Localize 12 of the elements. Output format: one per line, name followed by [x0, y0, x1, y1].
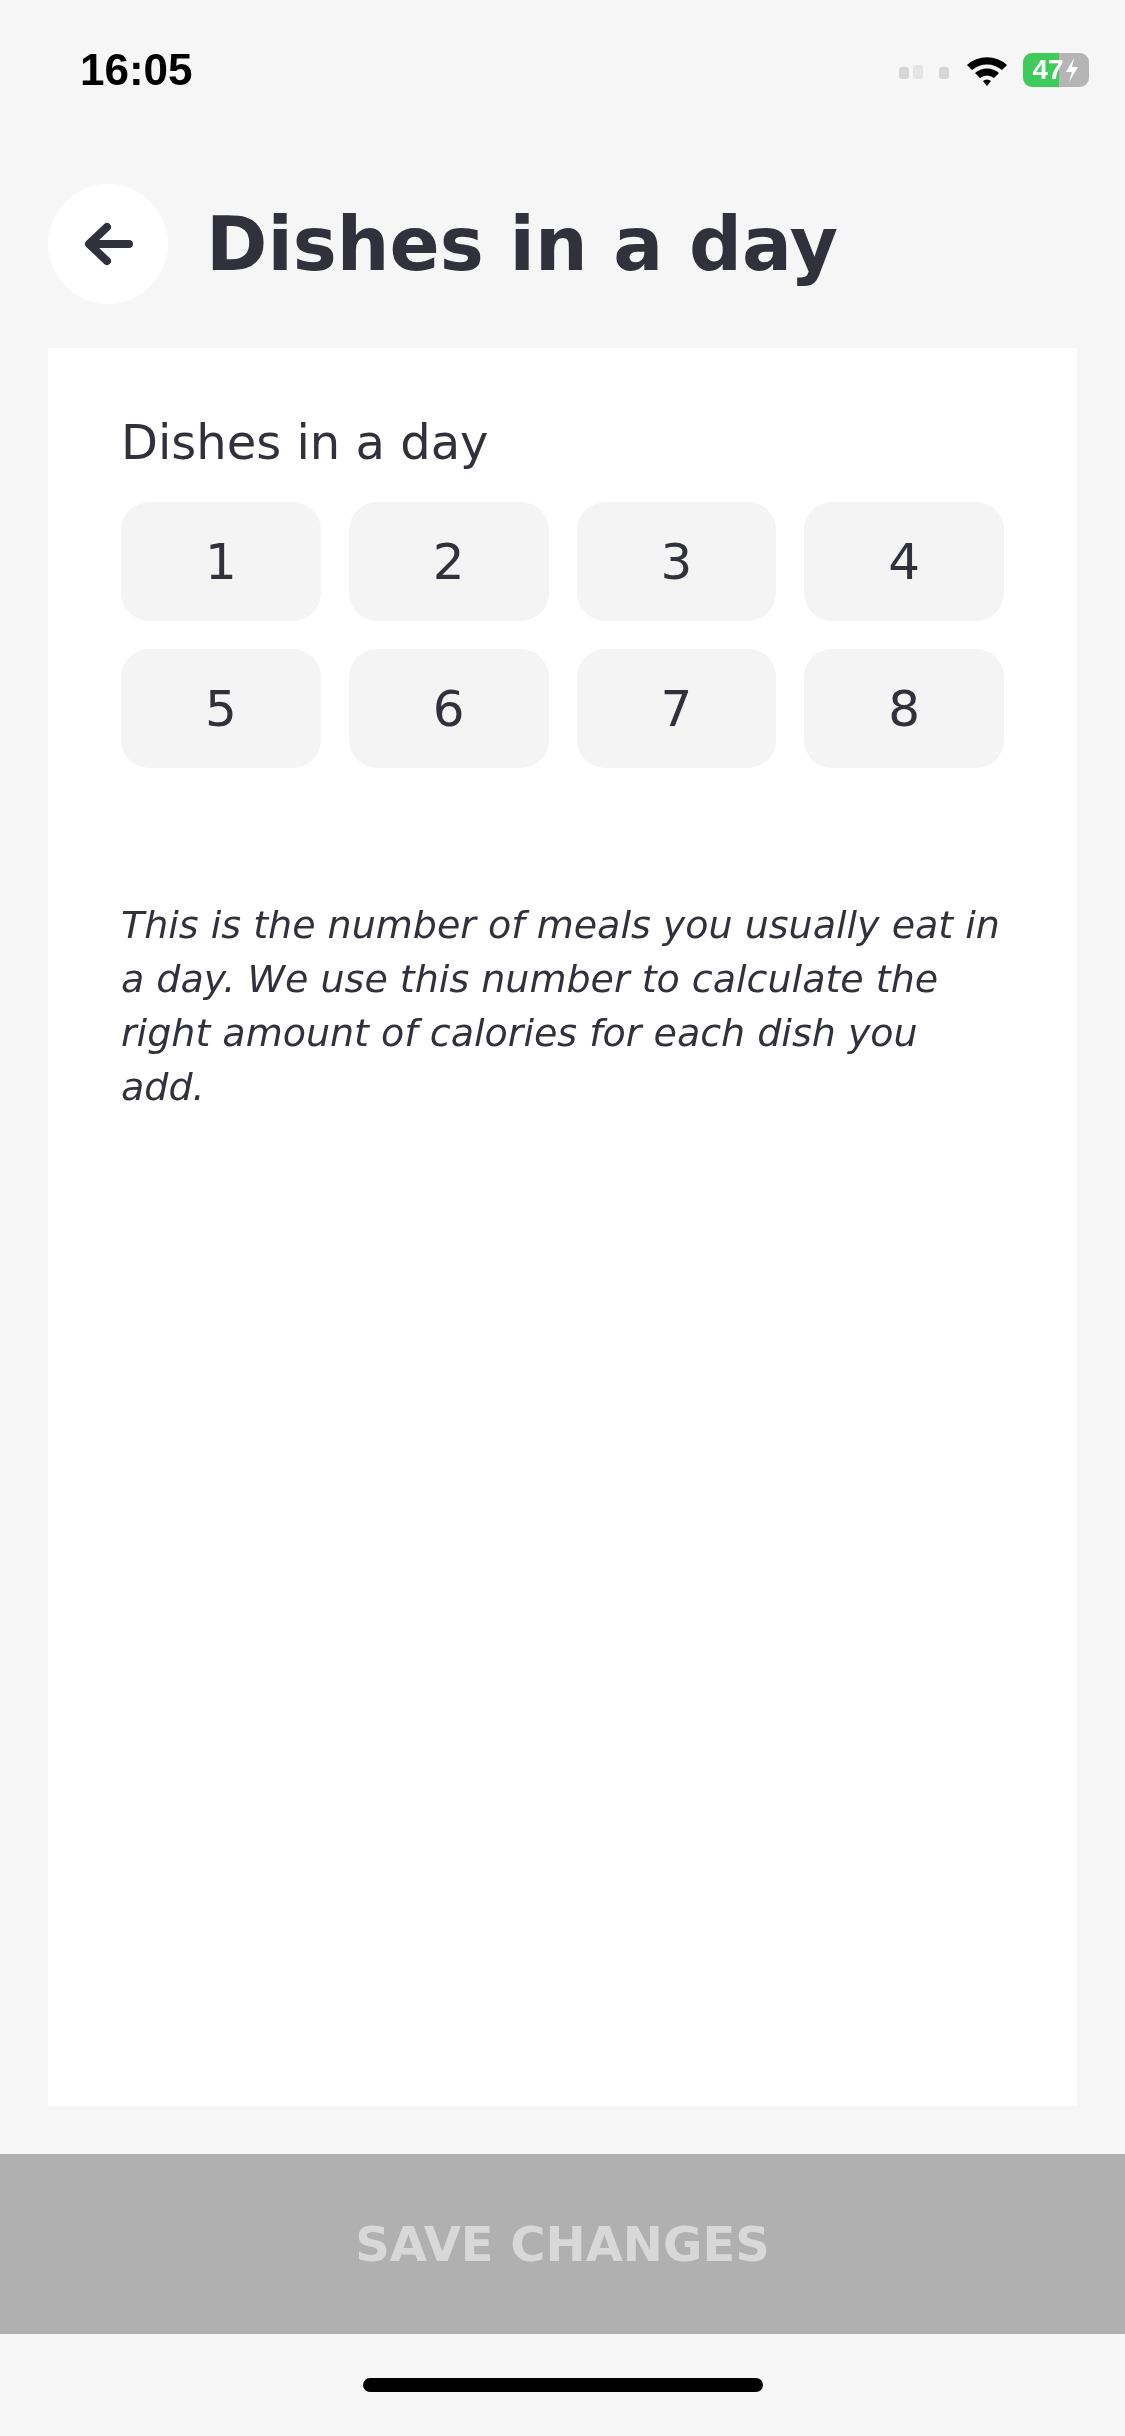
description-text: This is the number of meals you usually eat in a day. We use this number to calculate the right amount of calories for each dish you add. — [121, 902, 1001, 1111]
status-time: 16:05 — [80, 45, 193, 95]
option-button[interactable]: 8 — [804, 649, 1004, 768]
back-arrow-icon — [83, 222, 133, 266]
option-button[interactable]: 2 — [348, 502, 549, 621]
option-button[interactable]: 3 — [576, 502, 777, 621]
option-button[interactable]: 5 — [121, 649, 321, 768]
option-button[interactable]: 7 — [576, 649, 777, 768]
page-title: Dishes in a day — [206, 201, 838, 287]
option-button[interactable]: 4 — [804, 502, 1004, 621]
option-button[interactable]: 1 — [121, 502, 321, 621]
option-button[interactable]: 6 — [348, 649, 549, 768]
